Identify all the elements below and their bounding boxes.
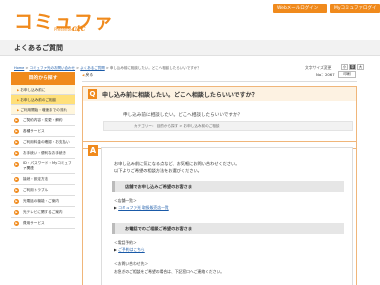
sidebar-item-billing[interactable]: ▶ ご利用料金の確認・お支払い xyxy=(11,137,75,148)
breadcrumb-sep: > xyxy=(105,66,109,70)
sidebar-item-contract[interactable]: ▶ ご契約内容・変更・解約 xyxy=(11,115,75,126)
breadcrumb-home[interactable]: Home xyxy=(14,66,24,70)
arrow-circle-icon: ▶ xyxy=(14,162,19,167)
breadcrumb-sep: > xyxy=(25,66,29,70)
store-list-link[interactable]: コミュファ光 取扱販売店一覧 xyxy=(118,205,169,210)
font-size-medium-button[interactable]: 中 xyxy=(349,64,356,70)
sidebar-item-pre-consult[interactable]: ▶お申し込み前のご相談 xyxy=(11,95,75,105)
page-title: よくあるご質問 xyxy=(14,44,63,52)
font-size-large-button[interactable]: 大 xyxy=(357,64,364,70)
contact-text: お急ぎのご相談をご希望の場合は、下記窓口へご連絡ください。 xyxy=(114,269,225,274)
link-triangle-icon: ▶ xyxy=(114,205,117,210)
breadcrumb-faq[interactable]: よくあるご質問 xyxy=(80,66,105,70)
question-box: Q 申し込み前に相談したい。どこへ相談したらいいですか？ 申し込み前に相談したい… xyxy=(82,86,357,149)
contact-label: ＜お問い合わせ先＞ xyxy=(114,261,149,266)
sidebar-item-label: ご利用料金の確認・お支払い xyxy=(23,140,70,144)
back-link[interactable]: ◀ 戻る xyxy=(82,72,93,78)
breadcrumb: Home > コミュファ光のお問い合わせ > よくあるご質問 > 申し込み前に相… xyxy=(14,66,201,71)
sidebar-item-tv[interactable]: ▶ 光テレビに関するご案内 xyxy=(11,207,75,218)
back-label: 戻る xyxy=(85,72,94,77)
arrow-circle-icon: ▶ xyxy=(14,140,19,145)
print-label: 印刷 xyxy=(343,72,351,76)
phone-reservation-label: ＜電話予約＞ xyxy=(114,240,137,245)
site-header: コミュファ Presented by ctc Webメールログイン Myコミュフ… xyxy=(0,0,380,40)
sidebar-item-label: ご利用開始・増速までの流れ xyxy=(20,108,68,112)
answer-content: お申し込み前に気になる点など、お気軽にお問い合わせください。 以下よりご希望の相… xyxy=(101,147,353,285)
answer-line-1: お申し込み前に気になる点など、お気軽にお問い合わせください。 xyxy=(114,161,240,166)
arrow-circle-icon: ▶ xyxy=(14,151,19,156)
arrow-circle-icon: ▶ xyxy=(14,210,19,215)
category-label: カテゴリー： 目的から探す > お申し込み前のご相談 xyxy=(103,121,353,131)
faq-main: ◀ 戻る No：2067 印刷 Q 申し込み前に相談したい。どこへ相談したらいい… xyxy=(82,71,357,285)
phone-reservation-link[interactable]: ご予約はこちら xyxy=(118,247,145,252)
sidebar-item-label: ご契約内容・変更・解約 xyxy=(23,118,63,122)
print-button[interactable]: 印刷 xyxy=(338,71,356,78)
divider xyxy=(82,81,357,82)
section-phone-heading: お電話でのご相談ご希望のお客さま xyxy=(112,223,344,234)
webmail-login-label: Webメールログイン xyxy=(277,6,319,11)
sidebar-header: 目的から探す xyxy=(11,72,75,85)
webmail-login-button[interactable]: Webメールログイン xyxy=(273,4,327,13)
font-size-small-button[interactable]: 小 xyxy=(341,64,348,70)
triangle-icon: ▶ xyxy=(17,108,20,112)
sidebar-item-label: 各種サービス xyxy=(23,129,45,133)
arrow-circle-icon: ▶ xyxy=(14,199,19,204)
sidebar-item-flow[interactable]: ▶ご利用開始・増速までの流れ xyxy=(11,105,75,115)
phone-reservation-link-row: ▶ ご予約はこちら xyxy=(114,247,145,253)
breadcrumb-current: 申し込み前に相談したい。どこへ相談したらいいですか？ xyxy=(109,66,201,70)
breadcrumb-sep: > xyxy=(76,66,80,70)
sidebar-item-phone[interactable]: ▶ 光電話の機能・ご案内 xyxy=(11,196,75,207)
breadcrumb-inquiry[interactable]: コミュファ光のお問い合わせ xyxy=(30,66,76,70)
section-store-heading: 店舗でお申し込みご希望のお客さま xyxy=(112,181,344,192)
store-list-link-row: ▶ コミュファ光 取扱販売店一覧 xyxy=(114,205,169,211)
arrow-circle-icon: ▶ xyxy=(14,177,19,182)
sidebar-item-connection[interactable]: ▶ 接続・設定方法 xyxy=(11,174,75,185)
sidebar-item-label: 接続・設定方法 xyxy=(23,177,49,181)
question-title: 申し込み前に相談したい。どこへ相談したらいいですか？ xyxy=(102,92,258,99)
arrow-circle-icon: ▶ xyxy=(14,188,19,193)
sidebar-item-label: ID・パスワード・Myコミュファ関連 xyxy=(23,161,72,170)
triangle-icon: ▶ xyxy=(17,98,20,102)
brand-ctc-logo: ctc xyxy=(72,23,86,33)
sidebar: 目的から探す ▶お申し込み前に ▶お申し込み前のご相談 ▶ご利用開始・増速までの… xyxy=(11,72,75,229)
answer-badge: A xyxy=(88,145,98,156)
sidebar-item-label: お申し込み前のご相談 xyxy=(20,98,57,102)
answer-box: A お申し込み前に気になる点など、お気軽にお問い合わせください。 以下よりご希望… xyxy=(82,141,357,285)
sidebar-item-label: 光電話の機能・ご案内 xyxy=(23,199,59,203)
sidebar-item-trouble[interactable]: ▶ ご利用トラブル xyxy=(11,185,75,196)
sidebar-item-before-apply[interactable]: ▶お申し込み前に xyxy=(11,85,75,95)
arrow-circle-icon: ▶ xyxy=(14,221,19,226)
sidebar-item-procedures[interactable]: ▶ お手続い・便利なお手続き xyxy=(11,148,75,159)
faq-number: No：2067 xyxy=(316,72,335,77)
question-badge: Q xyxy=(88,89,97,99)
arrow-circle-icon: ▶ xyxy=(14,129,19,134)
answer-line-2: 以下よりご希望の相談方法をお選びください。 xyxy=(114,168,202,173)
sidebar-item-label: お手続い・便利なお手続き xyxy=(23,151,67,155)
sidebar-item-label: お申し込み前に xyxy=(20,88,46,92)
link-triangle-icon: ▶ xyxy=(114,247,117,252)
triangle-icon: ▶ xyxy=(17,88,20,92)
arrow-circle-icon: ▶ xyxy=(14,118,19,123)
sidebar-item-services[interactable]: ▶ 各種サービス xyxy=(11,126,75,137)
page-title-bar: よくあるご質問 xyxy=(0,40,380,56)
mycommufa-login-button[interactable]: Myコミュファログイン xyxy=(330,4,380,20)
question-header: Q 申し込み前に相談したい。どこへ相談したらいいですか？ xyxy=(83,87,356,101)
store-list-label: ＜店舗一覧＞ xyxy=(114,198,137,203)
font-size-label: 文字サイズ変更 xyxy=(305,65,332,70)
mycommufa-login-label: Myコミュファログイン xyxy=(334,6,377,20)
sidebar-item-label: 光テレビに関するご案内 xyxy=(23,210,63,214)
sidebar-item-label: 費用サービス xyxy=(23,221,45,225)
sidebar-item-fee-services[interactable]: ▶ 費用サービス xyxy=(11,218,75,229)
sidebar-item-id-password[interactable]: ▶ ID・パスワード・Myコミュファ関連 xyxy=(11,159,75,174)
sidebar-item-label: ご利用トラブル xyxy=(23,188,49,192)
triangle-left-icon: ◀ xyxy=(82,73,85,77)
question-body: 申し込み前に相談したい。どこへ相談したらいいですか？ xyxy=(123,113,243,118)
